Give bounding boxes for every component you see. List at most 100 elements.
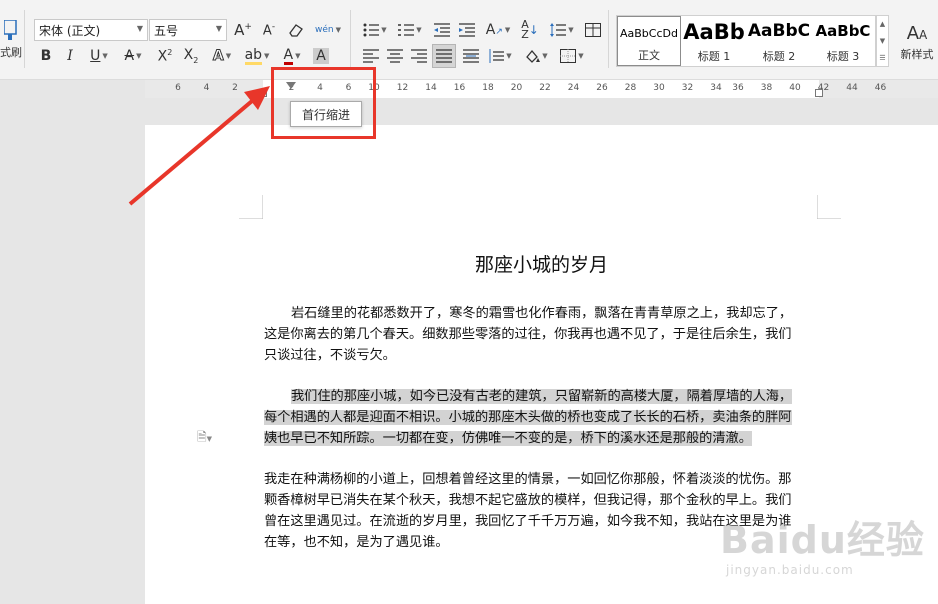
style-heading-1[interactable]: AaBb 标题 1: [681, 16, 747, 66]
font-size-select[interactable]: 五号 ▼: [149, 19, 227, 41]
bullets-icon: [363, 23, 380, 37]
distributed-button[interactable]: [460, 45, 482, 67]
chevron-down-icon: ▼: [506, 52, 512, 60]
ruler-number: 12: [396, 83, 409, 93]
selected-text: 我们住的那座小城，如今已没有古老的建筑，只留崭新的高楼大厦，隔着厚墙的人海，: [291, 389, 793, 404]
ruler-number: 34: [710, 83, 722, 93]
font-color-button[interactable]: A ▼: [277, 45, 307, 67]
ruler-number: 44: [846, 83, 858, 93]
chevron-down-icon: ▼: [381, 26, 387, 34]
text-direction-button[interactable]: A↗ ▼: [483, 19, 513, 41]
align-right-button[interactable]: [408, 45, 430, 67]
grow-font-button[interactable]: A+: [233, 19, 253, 41]
highlight-button[interactable]: ab ▼: [242, 45, 272, 67]
style-heading-2[interactable]: AaBbC 标题 2: [747, 16, 811, 66]
line-spacing-button[interactable]: ▼: [547, 19, 577, 41]
font-color-icon: A: [283, 46, 294, 65]
pinyin-button[interactable]: wén ▼: [313, 19, 343, 41]
bullets-button[interactable]: ▼: [360, 19, 390, 41]
ruler-number: 30: [653, 83, 665, 93]
strikethrough-button[interactable]: A ▼: [118, 45, 148, 67]
style-label: 标题 1: [697, 50, 731, 63]
document-title: 那座小城的岁月: [474, 254, 608, 276]
underline-button[interactable]: U ▼: [84, 45, 114, 67]
paragraph-2-selected[interactable]: 我们住的那座小城，如今已没有古老的建筑，只留崭新的高楼大厦，隔着厚墙的人海， 每…: [264, 386, 819, 449]
table-icon: [585, 23, 601, 37]
selected-text: 每个相遇的人都是迎面不相识。小城的那座木头做的桥也变成了长长的石桥，卖油条的胖阿: [264, 410, 792, 425]
highlight-icon: ab: [244, 46, 263, 65]
ruler-number: 24: [567, 83, 580, 93]
align-right-icon: [411, 49, 427, 63]
ruler-number: 26: [596, 83, 608, 93]
char-shading-button[interactable]: A: [311, 45, 331, 67]
clear-format-button[interactable]: [285, 19, 307, 41]
chevron-down-icon: ▼: [416, 26, 422, 34]
watermark-url: jingyan.baidu.com: [726, 563, 854, 577]
selected-text: 姨也早已不知所踪。一切都在变，仿佛唯一不变的是，桥下的溪水还是那般的清澈。: [264, 431, 752, 446]
text-effect-icon: A: [212, 48, 224, 65]
ruler-number: 38: [760, 83, 773, 93]
shading-button[interactable]: ▼: [521, 45, 551, 67]
underline-icon: U: [90, 48, 101, 64]
shrink-font-button[interactable]: A-: [259, 19, 279, 41]
align-center-button[interactable]: [384, 45, 406, 67]
superscript-button[interactable]: X2: [154, 45, 176, 67]
italic-button[interactable]: I: [60, 45, 80, 67]
bold-button[interactable]: B: [36, 45, 56, 67]
char-shading-icon: A: [313, 48, 329, 64]
text-direction-icon: A↗: [485, 22, 503, 38]
chevron-down-icon: ▼: [879, 36, 886, 45]
justify-icon: [436, 49, 452, 63]
text-effect-button[interactable]: A ▼: [207, 45, 237, 67]
style-sample: AaBbC: [815, 22, 871, 40]
numbering-button[interactable]: ▼: [395, 19, 425, 41]
chevron-down-icon: ▼: [136, 24, 143, 33]
ruler-number: 18: [482, 83, 494, 93]
align-left-button[interactable]: [360, 45, 382, 67]
clear-format-icon: [289, 24, 303, 37]
style-gallery-scroll[interactable]: ▲ ▼ ☰: [876, 15, 889, 67]
shrink-font-icon: A-: [262, 21, 276, 39]
expand-icon: ☰: [879, 53, 886, 62]
align-left-icon: [363, 49, 379, 63]
ruler-number: 20: [510, 83, 523, 93]
borders-button[interactable]: ▼: [557, 45, 587, 67]
chevron-down-icon: ▼: [136, 52, 142, 60]
font-size-value: 五号: [154, 23, 179, 38]
decrease-indent-button[interactable]: [431, 19, 453, 41]
paragraph-mark-icon[interactable]: 🗎▼: [197, 428, 212, 449]
annotation-arrow: [128, 86, 270, 206]
justify-button[interactable]: [432, 44, 456, 68]
chevron-down-icon: ▼: [102, 52, 108, 60]
subscript-icon: X2: [183, 47, 199, 65]
ruler-number: 46: [874, 83, 887, 93]
distributed-icon: [463, 49, 479, 63]
style-sample: AaBbCcDd: [620, 27, 678, 40]
format-painter-button[interactable]: 式刷: [0, 18, 22, 62]
chevron-down-icon: ▼: [264, 52, 270, 60]
style-heading-3[interactable]: AaBbC 标题 3: [811, 16, 875, 66]
style-normal[interactable]: AaBbCcDd 正文: [617, 16, 681, 66]
insert-table-button[interactable]: [582, 19, 604, 41]
new-style-button[interactable]: AA 新样式: [896, 18, 938, 66]
line-spacing-dropdown-button[interactable]: ▼: [485, 45, 515, 67]
watermark-brand: Baidu经验: [720, 518, 925, 562]
paragraph-line: 岩石缝里的花都悉数开了，寒冬的霜雪也化作春雨，飘落在青青草原之上，我却忘了，: [291, 306, 793, 321]
ruler-number: 32: [681, 83, 694, 93]
subscript-button[interactable]: X2: [180, 45, 202, 67]
paragraph-line: 只谈过往，不谈亏欠。: [264, 348, 396, 363]
increase-indent-button[interactable]: [456, 19, 478, 41]
sort-button[interactable]: A Z ↓: [519, 19, 541, 41]
new-style-label: 新样式: [900, 47, 934, 61]
paragraph-1[interactable]: 岩石缝里的花都悉数开了，寒冬的霜雪也化作春雨，飘落在青青草原之上，我却忘了， 这…: [264, 303, 819, 366]
shading-icon: [526, 49, 541, 63]
chevron-down-icon: ▼: [295, 52, 301, 60]
chevron-down-icon: ▼: [542, 52, 548, 60]
baidu-watermark: Baidu经验 jingyan.baidu.com: [720, 518, 938, 598]
ruler-number: 22: [539, 83, 551, 93]
style-gallery: AaBbCcDd 正文 AaBb 标题 1 AaBbC 标题 2 AaBbC 标…: [616, 15, 876, 67]
font-name-select[interactable]: 宋体 (正文) ▼: [34, 19, 148, 41]
paragraph-line: 我们住的那座小城，如今已没有古老的建筑，只留崭新的高楼大厦，隔着厚墙的人海，: [264, 386, 819, 407]
right-indent-marker[interactable]: [815, 89, 823, 97]
format-painter-label: 式刷: [0, 46, 22, 59]
